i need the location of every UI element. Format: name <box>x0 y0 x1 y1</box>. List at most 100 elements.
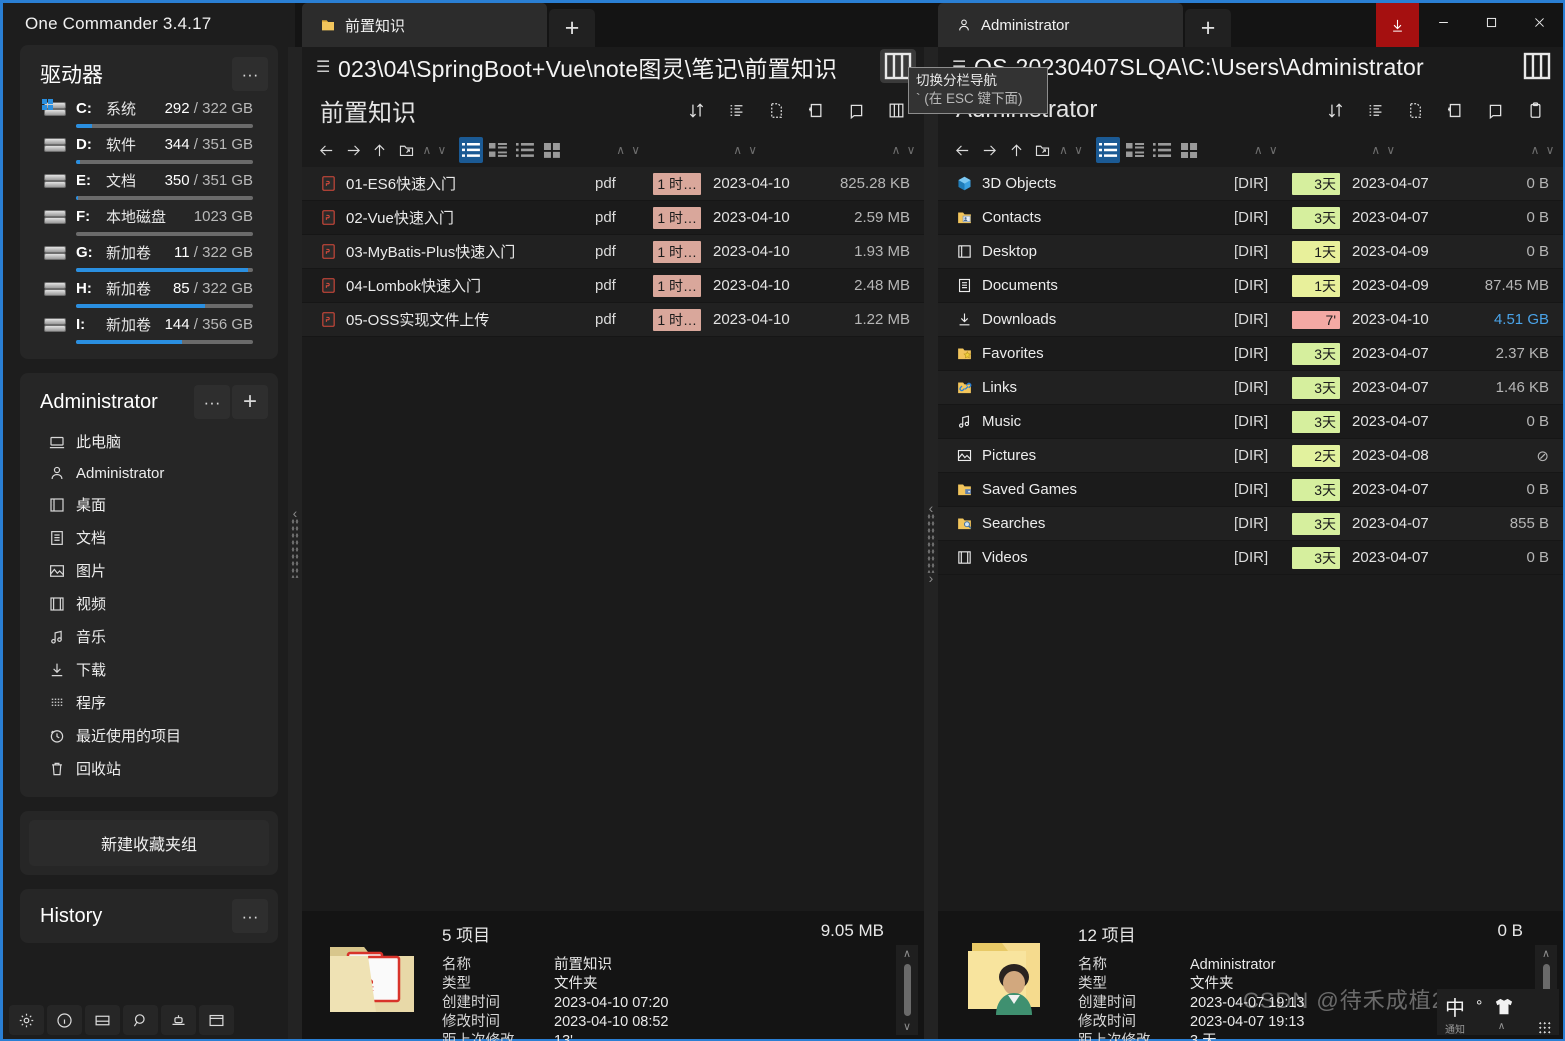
tiles-view-button[interactable] <box>513 137 537 163</box>
sort-button[interactable] <box>678 93 714 127</box>
date-sort-carets[interactable]: ∧ ∨ <box>731 143 760 157</box>
drive-item[interactable]: F: 本地磁盘 1023 GB <box>20 203 278 239</box>
splitter-collapse-left-icon-2[interactable]: ‹ <box>929 501 934 515</box>
new-tab-button[interactable]: + <box>549 9 595 47</box>
scroll-up-icon[interactable]: ∧ <box>1542 947 1550 960</box>
table-row[interactable]: 02-Vue快速入门 pdf 1 时… 2023-04-10 2.59 MB <box>302 201 924 235</box>
table-row[interactable]: 05-OSS实现文件上传 pdf 1 时… 2023-04-10 1.22 MB <box>302 303 924 337</box>
path-history-carets[interactable]: ∧ ∨ <box>1057 143 1086 157</box>
ime-grid-icon[interactable] <box>1537 1021 1551 1034</box>
file-list-left[interactable]: 01-ES6快速入门 pdf 1 时… 2023-04-10 825.28 KB 02-V… <box>302 167 924 911</box>
group-button[interactable] <box>718 93 754 127</box>
new-file-button[interactable] <box>1397 93 1433 127</box>
splitter-grip-2[interactable] <box>927 513 935 573</box>
up-button[interactable] <box>1003 135 1029 165</box>
open-folder-button[interactable] <box>1030 135 1056 165</box>
rename-button[interactable] <box>838 93 874 127</box>
details-view-button[interactable] <box>486 137 510 163</box>
splitter-grip[interactable] <box>291 518 299 578</box>
sidebar-item-程序[interactable]: 程序 <box>20 686 278 719</box>
table-row[interactable]: Saved Games [DIR] 3天 2023-04-07 0 B <box>938 473 1563 507</box>
file-list-right[interactable]: 3D Objects [DIR] 3天 2023-04-07 0 B Contacts [D… <box>938 167 1563 911</box>
drive-item[interactable]: G: 新加卷 11 / 322 GB <box>20 239 278 275</box>
name-sort-carets[interactable]: ∧ ∨ <box>1251 143 1280 157</box>
table-row[interactable]: Searches [DIR] 3天 2023-04-07 855 B <box>938 507 1563 541</box>
drive-item[interactable]: C: 系统 292 / 322 GB <box>20 95 278 131</box>
table-row[interactable]: Videos [DIR] 3天 2023-04-07 0 B <box>938 541 1563 575</box>
splitter-expand-right-icon[interactable]: › <box>929 571 934 585</box>
rename-button[interactable] <box>1477 93 1513 127</box>
list-view-button[interactable] <box>458 137 483 163</box>
details-view-button[interactable] <box>1123 137 1147 163</box>
drive-item[interactable]: D: 软件 344 / 351 GB <box>20 131 278 167</box>
breadcrumb-path[interactable]: 023\04\SpringBoot+Vue\note图灵\笔记\前置知识 <box>338 50 837 84</box>
group-button[interactable] <box>1357 93 1393 127</box>
sidebar-item-回收站[interactable]: 回收站 <box>20 752 278 785</box>
table-row[interactable]: 01-ES6快速入门 pdf 1 时… 2023-04-10 825.28 KB <box>302 167 924 201</box>
close-button[interactable] <box>1515 3 1563 41</box>
scroll-down-icon[interactable]: ∨ <box>903 1020 911 1033</box>
ime-indicator[interactable]: 中 ° 通知 ∧ <box>1437 989 1559 1036</box>
ime-dot[interactable]: ° <box>1476 998 1482 1016</box>
name-sort-carets[interactable]: ∧ ∨ <box>614 143 643 157</box>
history-more-button[interactable]: ··· <box>232 899 268 933</box>
sidebar-item-此电脑[interactable]: 此电脑 <box>20 425 278 458</box>
table-row[interactable]: Contacts [DIR] 3天 2023-04-07 0 B <box>938 201 1563 235</box>
sort-button[interactable] <box>1317 93 1353 127</box>
sidebar-item-最近使用的项目[interactable]: 最近使用的项目 <box>20 719 278 752</box>
new-favorites-group-button[interactable]: 新建收藏夹组 <box>29 820 269 866</box>
sidebar-item-文档[interactable]: 文档 <box>20 521 278 554</box>
date-sort-carets[interactable]: ∧ ∨ <box>1369 143 1398 157</box>
table-row[interactable]: Downloads [DIR] 7' 2023-04-10 4.51 GB <box>938 303 1563 337</box>
scroll-up-icon[interactable]: ∧ <box>903 947 911 960</box>
up-button[interactable] <box>367 135 392 165</box>
details-scrollbar[interactable]: ∧∨ <box>896 945 918 1035</box>
drive-item[interactable]: H: 新加卷 85 / 322 GB <box>20 275 278 311</box>
list-view-button[interactable] <box>1095 137 1120 163</box>
sidebar-item-Administrator[interactable]: Administrator <box>20 458 278 488</box>
table-row[interactable]: Favorites [DIR] 3天 2023-04-07 2.37 KB <box>938 337 1563 371</box>
tab-left[interactable]: 前置知识 <box>302 3 547 47</box>
right-splitter[interactable]: ‹ › <box>924 47 938 1039</box>
ime-caret-icon[interactable]: ∧ <box>1498 1021 1505 1036</box>
sidebar-item-音乐[interactable]: 音乐 <box>20 620 278 653</box>
robot-icon[interactable] <box>161 1005 196 1035</box>
back-button[interactable] <box>314 135 339 165</box>
sidebar-item-下载[interactable]: 下载 <box>20 653 278 686</box>
table-row[interactable]: 03-MyBatis-Plus快速入门 pdf 1 时… 2023-04-10 1.93… <box>302 235 924 269</box>
path-history-carets[interactable]: ∧ ∨ <box>420 143 449 157</box>
drives-more-button[interactable]: ··· <box>232 57 268 91</box>
gear-icon[interactable] <box>9 1005 44 1035</box>
panel-icon[interactable] <box>85 1005 120 1035</box>
path-bar-left[interactable]: ☰ 023\04\SpringBoot+Vue\note图灵\笔记\前置知识 <box>302 47 924 87</box>
splitter-collapse-left-icon[interactable]: ‹ <box>293 506 298 520</box>
table-row[interactable]: Desktop [DIR] 1天 2023-04-09 0 B <box>938 235 1563 269</box>
toggle-column-navigation-button[interactable] <box>1519 49 1555 83</box>
drive-item[interactable]: I: 新加卷 144 / 356 GB <box>20 311 278 347</box>
table-row[interactable]: Pictures [DIR] 2天 2023-04-08 ⊘ <box>938 439 1563 473</box>
sidebar-item-视频[interactable]: 视频 <box>20 587 278 620</box>
tab-right[interactable]: Administrator <box>938 3 1183 47</box>
back-button[interactable] <box>950 135 976 165</box>
new-tab-button[interactable]: + <box>1185 9 1231 47</box>
download-indicator-button[interactable] <box>1376 3 1419 47</box>
breadcrumb-menu-icon[interactable]: ☰ <box>316 57 338 77</box>
sidebar-item-图片[interactable]: 图片 <box>20 554 278 587</box>
size-sort-carets[interactable]: ∧ ∨ <box>889 143 918 157</box>
clipboard-button[interactable] <box>1517 93 1553 127</box>
drive-item[interactable]: E: 文档 350 / 351 GB <box>20 167 278 203</box>
minimize-button[interactable] <box>1419 3 1467 41</box>
left-splitter[interactable]: ‹ <box>288 47 302 1039</box>
new-folder-button[interactable] <box>798 93 834 127</box>
size-sort-carets[interactable]: ∧ ∨ <box>1528 143 1557 157</box>
user-more-button[interactable]: ··· <box>194 385 230 419</box>
grid-view-button[interactable] <box>1177 137 1201 163</box>
table-row[interactable]: 04-Lombok快速入门 pdf 1 时… 2023-04-10 2.48 MB <box>302 269 924 303</box>
sidebar-item-桌面[interactable]: 桌面 <box>20 488 278 521</box>
forward-button[interactable] <box>977 135 1003 165</box>
shirt-icon[interactable] <box>1493 998 1515 1016</box>
table-row[interactable]: 3D Objects [DIR] 3天 2023-04-07 0 B <box>938 167 1563 201</box>
open-folder-button[interactable] <box>393 135 418 165</box>
search-icon[interactable] <box>123 1005 158 1035</box>
tiles-view-button[interactable] <box>1150 137 1174 163</box>
